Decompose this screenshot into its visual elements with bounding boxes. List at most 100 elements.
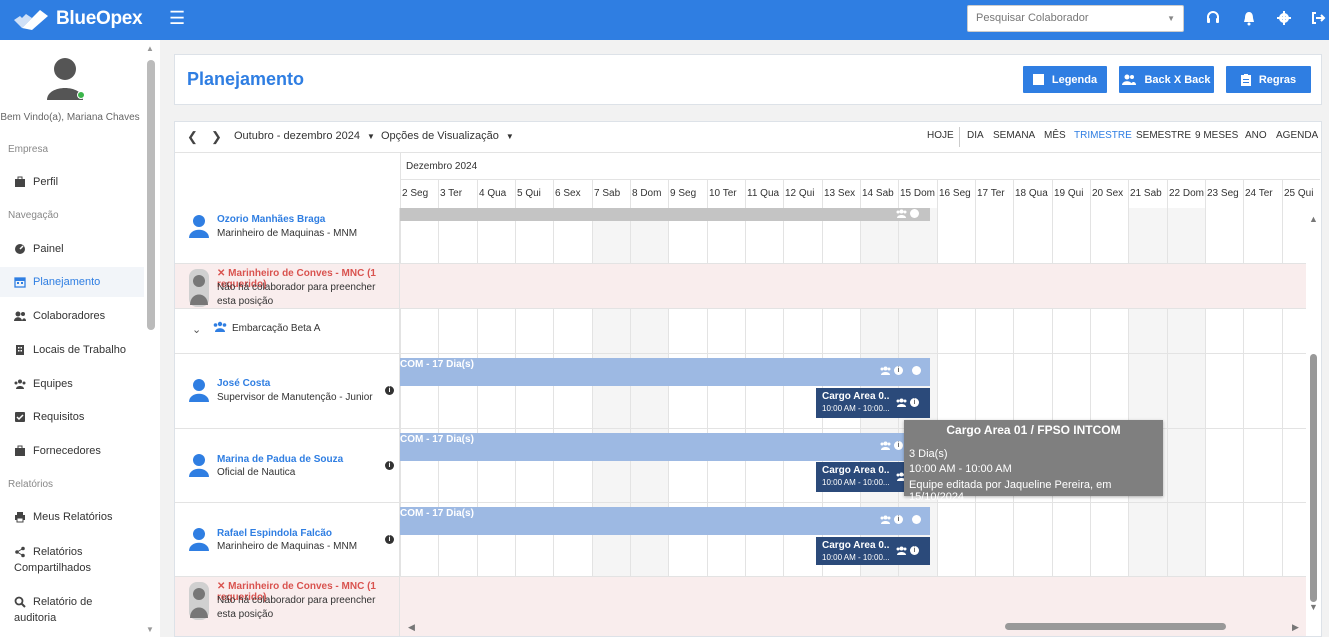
resource-name[interactable]: Rafael Espindola Falcão bbox=[217, 528, 332, 539]
day-header[interactable]: 17 Ter bbox=[975, 180, 1013, 208]
com-event-bar[interactable]: COM - 17 Dia(s) i bbox=[400, 358, 930, 386]
gear-icon[interactable] bbox=[1276, 10, 1292, 26]
resource-cell: José Costa Supervisor de Manutenção - Ju… bbox=[175, 354, 400, 428]
day-header[interactable]: 21 Sab bbox=[1128, 180, 1167, 208]
logo[interactable]: BlueOpex bbox=[12, 6, 143, 32]
com-event-bar[interactable]: COM - 17 Dia(s) i bbox=[400, 507, 930, 535]
unfilled-position-row: ✕ Marinheiro de Conves - MNC (1 requerid… bbox=[175, 264, 1306, 309]
cargo-event-bar[interactable]: Cargo Area 0... 10:00 AM - 10:00... i bbox=[816, 537, 930, 565]
sidebar-item-requisitos[interactable]: Requisitos bbox=[0, 406, 144, 428]
day-header[interactable]: 7 Sab bbox=[592, 180, 630, 208]
info-icon[interactable]: i bbox=[894, 515, 903, 524]
month-label: Dezembro 2024 bbox=[406, 161, 478, 172]
event-label: COM - 17 Dia(s) bbox=[400, 508, 474, 519]
resource-name[interactable]: José Costa bbox=[217, 378, 270, 389]
day-header[interactable]: 10 Ter bbox=[707, 180, 745, 208]
sidebar-item-painel[interactable]: Painel bbox=[0, 238, 144, 260]
day-header[interactable]: 2 Seg bbox=[400, 180, 438, 208]
day-header[interactable]: 24 Ter bbox=[1243, 180, 1282, 208]
prev-period-icon[interactable]: ❮ bbox=[187, 129, 198, 145]
regras-label: Regras bbox=[1258, 73, 1297, 86]
info-icon[interactable]: i bbox=[385, 535, 394, 544]
scroll-up-icon[interactable]: ▲ bbox=[1309, 214, 1318, 224]
scroll-left-icon[interactable]: ◀ bbox=[408, 622, 415, 633]
view-dia-button[interactable]: DIA bbox=[967, 130, 984, 141]
day-header[interactable]: 15 Dom bbox=[898, 180, 937, 208]
info-icon[interactable]: i bbox=[910, 398, 919, 407]
day-header[interactable]: 22 Dom bbox=[1167, 180, 1205, 208]
empty-avatar-icon bbox=[189, 582, 209, 620]
view-hoje-button[interactable]: HOJE bbox=[927, 130, 954, 141]
info-icon[interactable]: i bbox=[385, 386, 394, 395]
sidebar-item-locais[interactable]: Locais de Trabalho bbox=[0, 339, 144, 361]
scroll-right-icon[interactable]: ▶ bbox=[1292, 622, 1299, 633]
sidebar-item-equipes[interactable]: Equipes bbox=[0, 373, 144, 395]
logout-icon[interactable] bbox=[1310, 10, 1326, 26]
view-semana-button[interactable]: SEMANA bbox=[993, 130, 1035, 141]
scroll-down-icon[interactable]: ▼ bbox=[1309, 602, 1318, 612]
sidebar-item-perfil[interactable]: Perfil bbox=[0, 171, 144, 193]
day-header[interactable]: 12 Qui bbox=[783, 180, 822, 208]
sidebar-item-planejamento[interactable]: Planejamento bbox=[0, 267, 144, 297]
scroll-down-icon[interactable]: ▼ bbox=[146, 625, 154, 634]
menu-toggle-icon[interactable]: ☰ bbox=[169, 8, 185, 29]
resource-name[interactable]: Ozorio Manhães Braga bbox=[217, 214, 325, 225]
sidebar-item-relatorios-compartilhados[interactable]: Relatórios Compartilhados bbox=[0, 544, 144, 574]
day-header[interactable]: 19 Qui bbox=[1052, 180, 1090, 208]
square-icon bbox=[1032, 74, 1044, 85]
day-header[interactable]: 3 Ter bbox=[438, 180, 477, 208]
view-options-select[interactable]: Opções de Visualização ▼ bbox=[381, 130, 514, 142]
sidebar-scrollbar[interactable] bbox=[147, 60, 155, 330]
day-header[interactable]: 5 Qui bbox=[515, 180, 553, 208]
view-trimestre-button[interactable]: TRIMESTRE bbox=[1074, 130, 1132, 141]
day-header[interactable]: 23 Seg bbox=[1205, 180, 1243, 208]
day-header[interactable]: 9 Seg bbox=[668, 180, 707, 208]
resource-name[interactable]: Marina de Padua de Souza bbox=[217, 454, 343, 465]
day-header[interactable]: 6 Sex bbox=[553, 180, 592, 208]
day-header[interactable]: 14 Sab bbox=[860, 180, 898, 208]
regras-button[interactable]: Regras bbox=[1226, 66, 1311, 93]
sidebar-item-meus-relatorios[interactable]: Meus Relatórios bbox=[0, 506, 144, 528]
headset-icon[interactable] bbox=[1205, 10, 1221, 26]
view-semestre-button[interactable]: SEMESTRE bbox=[1136, 130, 1191, 141]
cargo-event-bar[interactable]: Cargo Area 0... 10:00 AM - 10:00... i bbox=[816, 388, 930, 418]
toolbar-divider bbox=[959, 127, 960, 147]
day-header[interactable]: 25 Qui bbox=[1282, 180, 1320, 208]
page-title: Planejamento bbox=[187, 69, 305, 89]
event-bar[interactable] bbox=[400, 208, 930, 221]
vertical-scrollbar[interactable] bbox=[1310, 354, 1317, 602]
next-period-icon[interactable]: ❯ bbox=[211, 129, 222, 145]
back-x-back-button[interactable]: Back X Back bbox=[1119, 66, 1214, 93]
team-icon bbox=[14, 379, 26, 389]
page-header: Planejamento Legenda Back X Back Regras bbox=[174, 54, 1322, 105]
chevron-down-icon[interactable]: ⌄ bbox=[192, 323, 201, 336]
day-header[interactable]: 4 Qua bbox=[477, 180, 515, 208]
event-title: Cargo Area 0... bbox=[822, 391, 890, 402]
day-header[interactable]: 13 Sex bbox=[822, 180, 860, 208]
day-header[interactable]: 18 Qua bbox=[1013, 180, 1052, 208]
day-header[interactable]: 16 Seg bbox=[937, 180, 975, 208]
info-icon[interactable]: i bbox=[894, 366, 903, 375]
com-event-bar[interactable]: COM - 17 Dia(s) i bbox=[400, 433, 930, 461]
view-agenda-button[interactable]: AGENDA bbox=[1276, 130, 1318, 141]
sidebar-item-relatorio-auditoria[interactable]: Relatório de auditoria bbox=[0, 594, 144, 624]
bell-icon[interactable] bbox=[1241, 10, 1257, 26]
day-header[interactable]: 11 Qua bbox=[745, 180, 783, 208]
view-9meses-button[interactable]: 9 MESES bbox=[1195, 130, 1238, 141]
view-ano-button[interactable]: ANO bbox=[1245, 130, 1267, 141]
event-icons: i bbox=[880, 366, 921, 375]
event-icons: i bbox=[880, 515, 921, 524]
info-icon[interactable]: i bbox=[910, 546, 919, 555]
day-header[interactable]: 8 Dom bbox=[630, 180, 668, 208]
scroll-up-icon[interactable]: ▲ bbox=[146, 44, 154, 53]
sidebar-item-colaboradores[interactable]: Colaboradores bbox=[0, 305, 144, 327]
period-select[interactable]: Outubro - dezembro 2024 ▼ bbox=[234, 130, 375, 142]
day-header[interactable]: 20 Sex bbox=[1090, 180, 1128, 208]
info-icon[interactable]: i bbox=[894, 441, 903, 450]
view-mes-button[interactable]: MÊS bbox=[1044, 130, 1066, 141]
info-icon[interactable]: i bbox=[385, 461, 394, 470]
sidebar-item-fornecedores[interactable]: Fornecedores bbox=[0, 440, 144, 462]
search-collaborator-select[interactable]: Pesquisar Colaborador ▼ bbox=[967, 5, 1184, 32]
legenda-button[interactable]: Legenda bbox=[1023, 66, 1107, 93]
horizontal-scrollbar[interactable] bbox=[1005, 623, 1226, 630]
